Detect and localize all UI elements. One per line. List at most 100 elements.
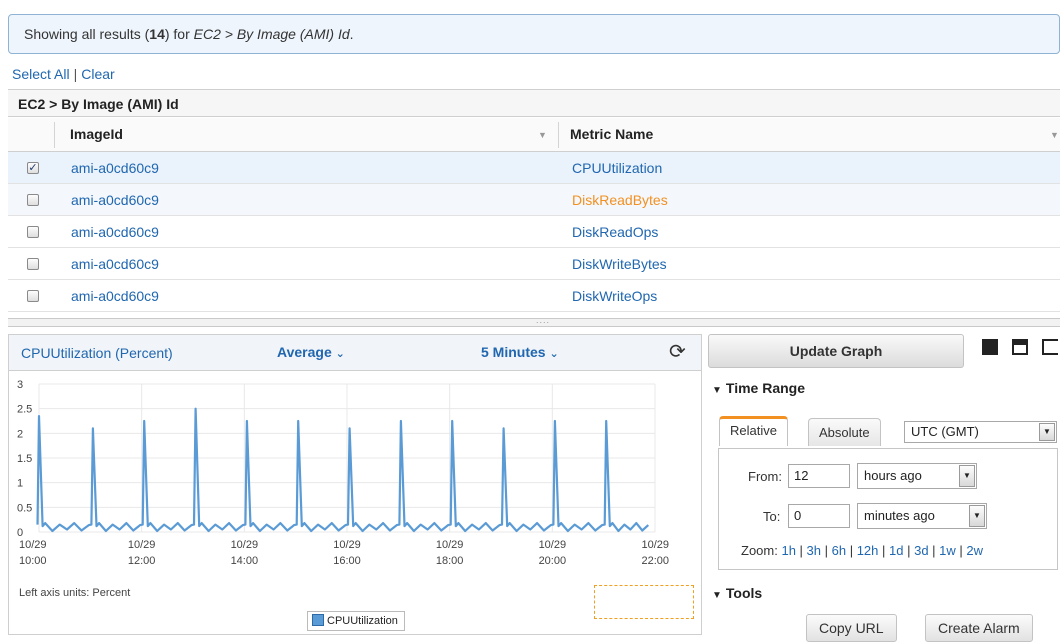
- legend-label: CPUUtilization: [327, 615, 398, 627]
- grip-dots-icon: ....: [536, 315, 551, 325]
- layout-full-icon[interactable]: [982, 339, 998, 355]
- tools-header[interactable]: ▼ Tools: [712, 585, 762, 601]
- x-tick-date: 10/29: [641, 539, 669, 551]
- to-value-input[interactable]: 0: [788, 504, 850, 528]
- selection-links: Select All | Clear: [12, 66, 115, 82]
- x-tick-time: 10:00: [19, 555, 47, 567]
- statistic-dropdown[interactable]: Average ⌄: [277, 344, 345, 360]
- table-row[interactable]: ✓ ami-a0cd60c9 CPUUtilization: [8, 152, 1060, 184]
- zoom-selection-box[interactable]: [594, 585, 694, 619]
- cpu-utilization-chart[interactable]: 0 0.5 1 1.5 2 2.5 3 10/29 10:00 10/29 12:00 10/29 14…: [9, 372, 701, 587]
- column-header-imageid[interactable]: ImageId: [70, 118, 123, 151]
- column-divider: [558, 122, 559, 148]
- from-unit-value: hours ago: [864, 468, 922, 483]
- x-tick-time: 16:00: [333, 555, 361, 567]
- chevron-down-icon: ⌄: [335, 348, 345, 360]
- update-graph-button[interactable]: Update Graph: [708, 334, 964, 368]
- collapse-triangle-icon: ▼: [712, 590, 722, 601]
- image-id-cell[interactable]: ami-a0cd60c9: [71, 224, 159, 240]
- graph-panel: CPUUtilization (Percent) Average ⌄ 5 Min…: [8, 334, 702, 635]
- clear-link[interactable]: Clear: [81, 66, 114, 82]
- chart-legend[interactable]: CPUUtilization: [307, 611, 405, 631]
- copy-url-button[interactable]: Copy URL: [806, 614, 897, 642]
- y-tick-label: 0: [17, 527, 23, 539]
- layout-half-icon[interactable]: [1012, 339, 1028, 355]
- x-tick-time: 22:00: [641, 555, 669, 567]
- legend-swatch: [312, 614, 324, 626]
- timezone-select[interactable]: UTC (GMT) ▼: [904, 421, 1057, 443]
- x-tick-time: 20:00: [539, 555, 567, 567]
- table-row[interactable]: ami-a0cd60c9 DiskWriteOps: [8, 280, 1060, 312]
- y-tick-label: 1.5: [17, 453, 32, 465]
- zoom-12h[interactable]: 12h: [857, 543, 879, 558]
- row-checkbox[interactable]: ✓: [27, 162, 39, 174]
- from-label: From:: [748, 469, 782, 484]
- statistic-label: Average: [277, 344, 332, 360]
- metric-name-cell[interactable]: DiskReadBytes: [572, 192, 668, 208]
- select-all-link[interactable]: Select All: [12, 66, 70, 82]
- tools-label: Tools: [725, 585, 763, 601]
- x-tick-date: 10/29: [539, 539, 567, 551]
- y-tick-label: 2: [17, 428, 23, 440]
- collapse-triangle-icon: ▼: [712, 385, 722, 396]
- metric-name-cell[interactable]: DiskReadOps: [572, 224, 658, 240]
- results-count: 14: [149, 26, 165, 42]
- from-unit-select[interactable]: hours ago ▼: [857, 463, 977, 489]
- chevron-down-icon: ⌄: [549, 348, 559, 360]
- zoom-3h[interactable]: 3h: [807, 543, 821, 558]
- group-title: EC2 > By Image (AMI) Id: [8, 89, 1060, 117]
- zoom-1h[interactable]: 1h: [781, 543, 795, 558]
- banner-suffix: .: [349, 26, 354, 42]
- image-id-cell[interactable]: ami-a0cd60c9: [71, 160, 159, 176]
- table-row[interactable]: ami-a0cd60c9 DiskReadBytes: [8, 184, 1060, 216]
- y-tick-label: 0.5: [17, 502, 32, 514]
- create-alarm-button[interactable]: Create Alarm: [925, 614, 1033, 642]
- zoom-3d[interactable]: 3d: [914, 543, 928, 558]
- sort-imageid-icon[interactable]: ▼: [538, 130, 547, 140]
- period-label: 5 Minutes: [481, 344, 546, 360]
- metric-name-cell[interactable]: DiskWriteOps: [572, 288, 657, 304]
- metric-name-cell[interactable]: DiskWriteBytes: [572, 256, 667, 272]
- image-id-cell[interactable]: ami-a0cd60c9: [71, 192, 159, 208]
- graph-title: CPUUtilization (Percent): [21, 345, 173, 361]
- results-banner: Showing all results (14) for EC2 > By Im…: [8, 14, 1060, 54]
- to-unit-value: minutes ago: [864, 508, 935, 523]
- left-axis-units: Left axis units: Percent: [19, 587, 131, 599]
- tab-absolute[interactable]: Absolute: [808, 418, 881, 446]
- row-checkbox[interactable]: [27, 226, 39, 238]
- x-tick-time: 12:00: [128, 555, 156, 567]
- sort-metric-icon[interactable]: ▼: [1050, 130, 1059, 140]
- to-label: To:: [763, 509, 781, 524]
- image-id-cell[interactable]: ami-a0cd60c9: [71, 256, 159, 272]
- dropdown-arrow-icon: ▼: [959, 465, 975, 487]
- zoom-2w[interactable]: 2w: [966, 543, 983, 558]
- table-row[interactable]: ami-a0cd60c9 DiskWriteBytes: [8, 248, 1060, 280]
- column-header-metric-name[interactable]: Metric Name: [570, 118, 653, 151]
- dropdown-arrow-icon: ▼: [1039, 423, 1055, 441]
- metric-name-cell[interactable]: CPUUtilization: [572, 160, 662, 176]
- layout-empty-icon[interactable]: [1042, 339, 1058, 355]
- x-tick-time: 18:00: [436, 555, 464, 567]
- row-checkbox[interactable]: [27, 194, 39, 206]
- tab-relative[interactable]: Relative: [719, 416, 788, 446]
- x-tick-date: 10/29: [333, 539, 361, 551]
- table-row[interactable]: ami-a0cd60c9 DiskReadOps: [8, 216, 1060, 248]
- table-header: ImageId ▼ Metric Name ▼: [8, 118, 1060, 152]
- resize-splitter[interactable]: ....: [8, 315, 1060, 327]
- banner-middle: ) for: [164, 26, 194, 42]
- banner-prefix: Showing all results (: [24, 26, 150, 42]
- y-tick-label: 1: [17, 478, 23, 490]
- to-unit-select[interactable]: minutes ago ▼: [857, 503, 987, 529]
- row-checkbox[interactable]: [27, 290, 39, 302]
- row-checkbox[interactable]: [27, 258, 39, 270]
- image-id-cell[interactable]: ami-a0cd60c9: [71, 288, 159, 304]
- zoom-6h[interactable]: 6h: [832, 543, 846, 558]
- banner-path: EC2 > By Image (AMI) Id: [193, 26, 350, 42]
- time-range-header[interactable]: ▼ Time Range: [712, 380, 805, 396]
- period-dropdown[interactable]: 5 Minutes ⌄: [481, 344, 559, 360]
- zoom-1d[interactable]: 1d: [889, 543, 903, 558]
- refresh-icon[interactable]: ⟳: [669, 339, 686, 364]
- zoom-1w[interactable]: 1w: [939, 543, 956, 558]
- from-value-input[interactable]: 12: [788, 464, 850, 488]
- zoom-label: Zoom:: [741, 543, 778, 558]
